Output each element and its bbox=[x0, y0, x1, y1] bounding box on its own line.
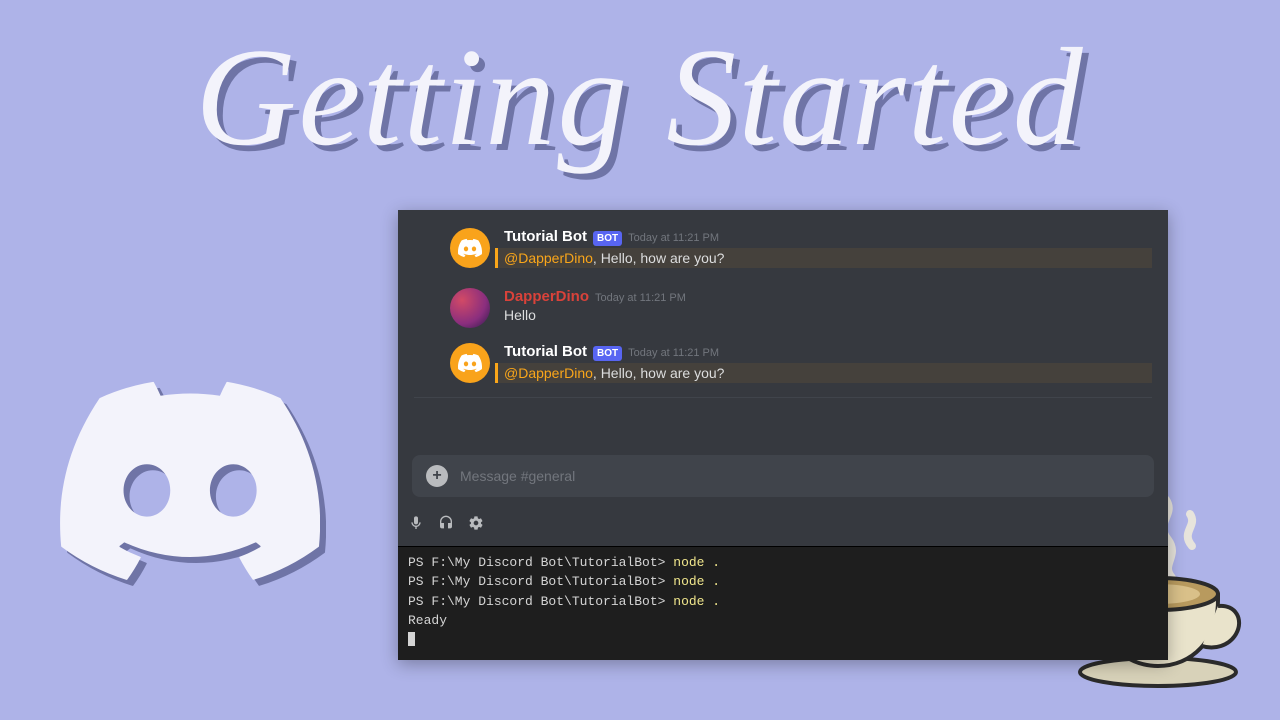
avatar-user-icon bbox=[450, 288, 490, 328]
discord-logo-icon bbox=[60, 380, 320, 640]
message-content: @DapperDino, Hello, how are you? bbox=[495, 363, 1152, 383]
avatar-bot-icon bbox=[450, 343, 490, 383]
message-content: @DapperDino, Hello, how are you? bbox=[495, 248, 1152, 268]
author-name[interactable]: Tutorial Bot bbox=[504, 228, 587, 245]
bot-badge: BOT bbox=[593, 231, 622, 246]
bot-badge: BOT bbox=[593, 346, 622, 361]
message-content: Hello bbox=[504, 307, 1152, 323]
chat-message[interactable]: Tutorial Bot BOT Today at 11:21 PM @Dapp… bbox=[398, 218, 1168, 274]
author-name[interactable]: DapperDino bbox=[504, 288, 589, 305]
chat-message[interactable]: DapperDino Today at 11:21 PM Hello bbox=[398, 278, 1168, 329]
page-title: Getting Started bbox=[195, 28, 1084, 168]
headset-icon[interactable] bbox=[438, 515, 454, 536]
divider bbox=[414, 397, 1152, 398]
attach-icon[interactable]: + bbox=[426, 465, 448, 487]
message-timestamp: Today at 11:21 PM bbox=[628, 232, 719, 244]
message-timestamp: Today at 11:21 PM bbox=[595, 292, 686, 304]
user-mention[interactable]: @DapperDino bbox=[504, 365, 593, 381]
user-controls bbox=[398, 515, 1168, 546]
terminal-cursor bbox=[408, 632, 415, 646]
discord-window: Tutorial Bot BOT Today at 11:21 PM @Dapp… bbox=[398, 210, 1168, 660]
user-mention[interactable]: @DapperDino bbox=[504, 250, 593, 266]
terminal-output: Ready bbox=[408, 611, 1158, 631]
message-placeholder: Message #general bbox=[460, 468, 575, 484]
avatar-bot-icon bbox=[450, 228, 490, 268]
mic-icon[interactable] bbox=[408, 515, 424, 536]
author-name[interactable]: Tutorial Bot bbox=[504, 343, 587, 360]
terminal-pane[interactable]: PS F:\My Discord Bot\TutorialBot> node .… bbox=[398, 546, 1168, 661]
chat-message[interactable]: Tutorial Bot BOT Today at 11:21 PM @Dapp… bbox=[398, 333, 1168, 389]
message-timestamp: Today at 11:21 PM bbox=[628, 347, 719, 359]
gear-icon[interactable] bbox=[468, 515, 484, 536]
chat-pane: Tutorial Bot BOT Today at 11:21 PM @Dapp… bbox=[398, 210, 1168, 546]
message-input[interactable]: + Message #general bbox=[412, 455, 1154, 497]
